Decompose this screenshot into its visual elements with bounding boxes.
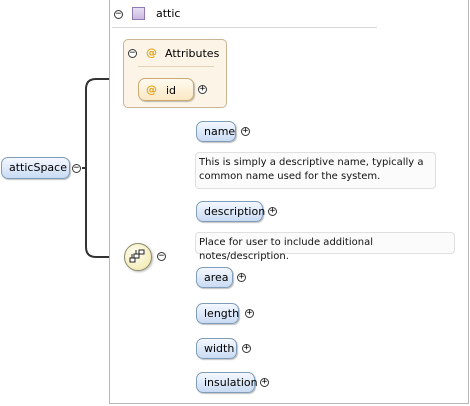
- expand-width-toggle[interactable]: +: [242, 344, 251, 353]
- collapse-sequence-toggle[interactable]: −: [157, 252, 166, 261]
- attributes-divider: [138, 66, 214, 67]
- collapse-root-toggle[interactable]: −: [72, 164, 81, 173]
- element-width[interactable]: width: [196, 338, 237, 359]
- attribute-at-icon: @: [146, 83, 157, 96]
- expand-area-toggle[interactable]: +: [237, 273, 246, 282]
- element-length[interactable]: length: [196, 303, 239, 324]
- documentation-name: This is simply a descriptive name, typic…: [195, 152, 436, 189]
- documentation-description-line-1: Place for user to include additional not…: [199, 237, 373, 262]
- element-area[interactable]: area: [196, 267, 233, 288]
- expand-name-toggle[interactable]: +: [241, 127, 250, 136]
- documentation-description: Place for user to include additional not…: [195, 232, 455, 262]
- expand-description-toggle[interactable]: +: [268, 207, 277, 216]
- attribute-id-label: id: [166, 84, 177, 97]
- expand-attribute-id-toggle[interactable]: +: [198, 85, 207, 94]
- complex-type-name: attic: [156, 7, 181, 20]
- expand-length-toggle[interactable]: +: [245, 309, 254, 318]
- root-element-atticspace[interactable]: atticSpace: [1, 157, 70, 179]
- element-insulation[interactable]: insulation: [196, 372, 258, 393]
- attributes-header: Attributes: [165, 47, 220, 60]
- element-description[interactable]: description: [196, 201, 265, 222]
- complex-type-icon: [132, 7, 145, 20]
- collapse-complex-type-toggle[interactable]: −: [114, 10, 123, 19]
- attributes-at-icon: @: [146, 46, 157, 59]
- sequence-glyph-icon: [129, 249, 145, 263]
- complex-type-divider: [112, 27, 377, 28]
- element-name[interactable]: name: [196, 121, 236, 142]
- expand-insulation-toggle[interactable]: +: [260, 378, 269, 387]
- sequence-icon[interactable]: [124, 243, 152, 271]
- documentation-name-line-1: This is simply a descriptive name, typic…: [199, 157, 424, 168]
- documentation-name-line-2: common name used for the system.: [199, 171, 381, 182]
- collapse-attributes-toggle[interactable]: −: [128, 49, 137, 58]
